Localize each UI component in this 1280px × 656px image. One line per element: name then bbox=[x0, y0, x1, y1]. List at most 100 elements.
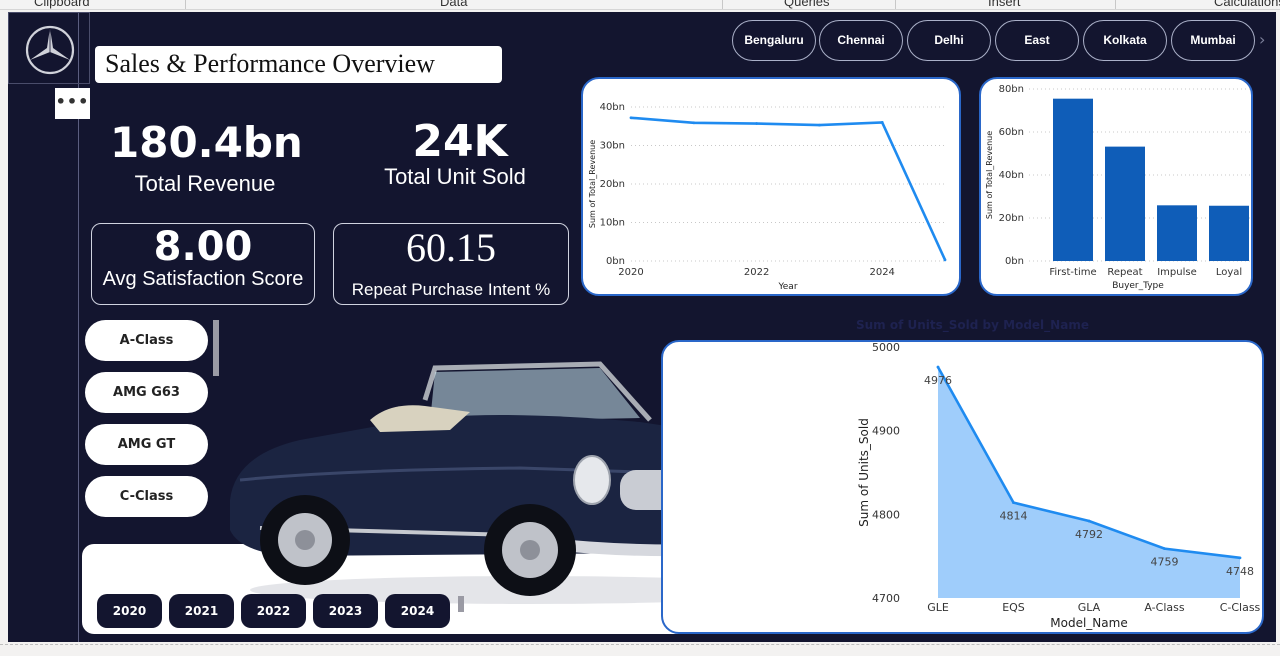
y-tick-label: 60bn bbox=[999, 127, 1024, 138]
units-point bbox=[936, 365, 940, 369]
city-slicer-mumbai[interactable]: Mumbai bbox=[1171, 20, 1255, 61]
x-tick-label: Repeat bbox=[1107, 267, 1142, 278]
year-slicer-2023[interactable]: 2023 bbox=[313, 594, 378, 628]
city-slicer-chennai[interactable]: Chennai bbox=[819, 20, 903, 61]
kpi-avg-satisfaction-value: 8.00 bbox=[153, 224, 253, 270]
city-slicer-kolkata[interactable]: Kolkata bbox=[1083, 20, 1167, 61]
year-slicer-2022[interactable]: 2022 bbox=[241, 594, 306, 628]
kpi-repeat-intent-label: Repeat Purchase Intent % bbox=[351, 280, 551, 299]
y-tick-label: 80bn bbox=[999, 84, 1024, 95]
bar-loyal bbox=[1209, 205, 1249, 261]
y-tick-label: 4700 bbox=[872, 592, 900, 605]
revenue-point bbox=[629, 116, 633, 120]
y-tick-label: 4800 bbox=[872, 508, 900, 521]
revenue-point bbox=[880, 121, 884, 124]
y-tick-label: 40bn bbox=[999, 170, 1024, 181]
revenue-series-line bbox=[630, 116, 947, 261]
x-tick-label: 2020 bbox=[618, 267, 643, 278]
y-tick-label: 40bn bbox=[600, 102, 625, 113]
ribbon-group-calculations[interactable]: Calculations bbox=[1214, 0, 1280, 9]
kpi-total-units-value: 24K bbox=[412, 116, 508, 167]
units-by-model-title: Sum of Units_Sold by Model_Name bbox=[856, 318, 1089, 332]
data-label: 4814 bbox=[1000, 510, 1028, 523]
x-tick-label: First-time bbox=[1049, 267, 1096, 278]
revenue-point bbox=[755, 122, 758, 125]
revenue-by-year-card[interactable]: 0bn 10bn 20bn 30bn 40bn 2020 2022 2024 Year Sum o… bbox=[581, 77, 961, 296]
year-slicer-2024[interactable]: 2024 bbox=[385, 594, 450, 628]
model-slicer-amg-gt[interactable]: AMG GT bbox=[85, 424, 208, 465]
units-by-model-chart: 4700 4800 4900 5000 4976 GLE 4814 EQS 4792 GLA 475… bbox=[857, 341, 1261, 630]
y-tick-label: 0bn bbox=[606, 256, 625, 267]
units-point bbox=[1163, 547, 1166, 551]
y-tick-label: 0bn bbox=[1005, 256, 1024, 267]
ribbon-separator bbox=[722, 0, 723, 9]
y-tick-label: 5000 bbox=[872, 342, 900, 354]
revenue-by-year-chart: 0bn 10bn 20bn 30bn 40bn 2020 2022 2024 Year Sum o… bbox=[588, 102, 947, 292]
units-by-model-card[interactable]: 4700 4800 4900 5000 4976 GLE 4814 EQS 4792 GLA 475… bbox=[661, 340, 1264, 634]
y-tick-label: 30bn bbox=[600, 141, 625, 152]
page-title: Sales & Performance Overview bbox=[105, 49, 435, 78]
x-tick-label: 2024 bbox=[869, 267, 894, 278]
x-axis-title: Model_Name bbox=[1050, 616, 1127, 630]
x-tick-label: Loyal bbox=[1216, 267, 1242, 278]
y-tick-label: 20bn bbox=[999, 213, 1024, 224]
ribbon-separator bbox=[185, 0, 186, 9]
model-slicer-a-class[interactable]: A-Class bbox=[85, 320, 208, 361]
chevron-right-icon[interactable]: › bbox=[1259, 30, 1265, 49]
data-label: 4976 bbox=[924, 374, 952, 387]
revenue-by-buyer-type-chart: 0bn 20bn 40bn 60bn 80bn First-time Repeat Impul… bbox=[985, 84, 1251, 291]
ribbon-group-data[interactable]: Data bbox=[440, 0, 467, 9]
year-slicer-2021[interactable]: 2021 bbox=[169, 594, 234, 628]
more-options-button[interactable]: ••• bbox=[55, 88, 90, 119]
x-tick-label: EQS bbox=[1002, 601, 1025, 614]
report-window: Clipboard Data Queries Insert Calculatio… bbox=[0, 0, 1280, 656]
model-slicer-scrollbar[interactable] bbox=[213, 320, 219, 376]
kpi-total-revenue-label: Total Revenue bbox=[134, 171, 276, 196]
y-axis-title: Sum of Total_Revenue bbox=[985, 131, 994, 219]
revenue-point bbox=[692, 121, 696, 125]
status-strip bbox=[0, 644, 1280, 656]
x-tick-label: Impulse bbox=[1157, 267, 1197, 278]
revenue-point bbox=[818, 123, 821, 127]
bar-repeat bbox=[1105, 146, 1145, 261]
units-point bbox=[1012, 501, 1015, 505]
ribbon-group-queries[interactable]: Queries bbox=[784, 0, 830, 9]
x-tick-label: GLA bbox=[1078, 601, 1101, 614]
city-slicer-east[interactable]: East bbox=[995, 20, 1079, 61]
model-slicer-amg-g63[interactable]: AMG G63 bbox=[85, 372, 208, 413]
revenue-by-buyer-type-card[interactable]: 0bn 20bn 40bn 60bn 80bn First-time Repeat Impul… bbox=[979, 77, 1253, 296]
data-label: 4748 bbox=[1226, 565, 1254, 578]
y-axis-title: Sum of Units_Sold bbox=[857, 418, 871, 527]
y-tick-label: 20bn bbox=[600, 179, 625, 190]
ribbon-strip: Clipboard Data Queries Insert Calculatio… bbox=[0, 0, 1280, 10]
y-tick-label: 4900 bbox=[872, 425, 900, 438]
kpi-total-units-label: Total Unit Sold bbox=[384, 164, 526, 189]
model-slicer-c-class[interactable]: C-Class bbox=[85, 476, 208, 517]
units-point bbox=[1238, 556, 1242, 560]
x-axis-title: Year bbox=[777, 282, 797, 292]
x-tick-label: C-Class bbox=[1220, 601, 1261, 614]
bar-impulse bbox=[1157, 205, 1197, 261]
y-tick-label: 10bn bbox=[600, 218, 625, 229]
year-slicer-2020[interactable]: 2020 bbox=[97, 594, 162, 628]
ribbon-separator bbox=[895, 0, 896, 9]
kpi-avg-satisfaction-label: Avg Satisfaction Score bbox=[102, 268, 304, 290]
x-axis-title: Buyer_Type bbox=[1112, 281, 1164, 291]
units-point bbox=[1087, 519, 1091, 523]
x-tick-label: GLE bbox=[927, 601, 949, 614]
kpi-repeat-intent-value: 60.15 bbox=[406, 225, 496, 270]
data-label: 4792 bbox=[1075, 528, 1103, 541]
city-slicer-bengaluru[interactable]: Bengaluru bbox=[732, 20, 816, 61]
logo-box bbox=[8, 12, 90, 84]
data-label: 4759 bbox=[1151, 556, 1179, 569]
city-slicer-delhi[interactable]: Delhi bbox=[907, 20, 991, 61]
revenue-point bbox=[943, 258, 947, 262]
units-area-fill bbox=[938, 367, 1240, 598]
year-slicer-scrollbar[interactable] bbox=[458, 596, 464, 612]
ribbon-group-clipboard[interactable]: Clipboard bbox=[34, 0, 90, 9]
ribbon-group-insert[interactable]: Insert bbox=[988, 0, 1021, 9]
bar-first-time bbox=[1053, 98, 1093, 261]
page-title-box: Sales & Performance Overview bbox=[95, 46, 502, 83]
y-axis-title: Sum of Total_Revenue bbox=[588, 140, 597, 228]
mercedes-star-icon bbox=[25, 25, 75, 75]
